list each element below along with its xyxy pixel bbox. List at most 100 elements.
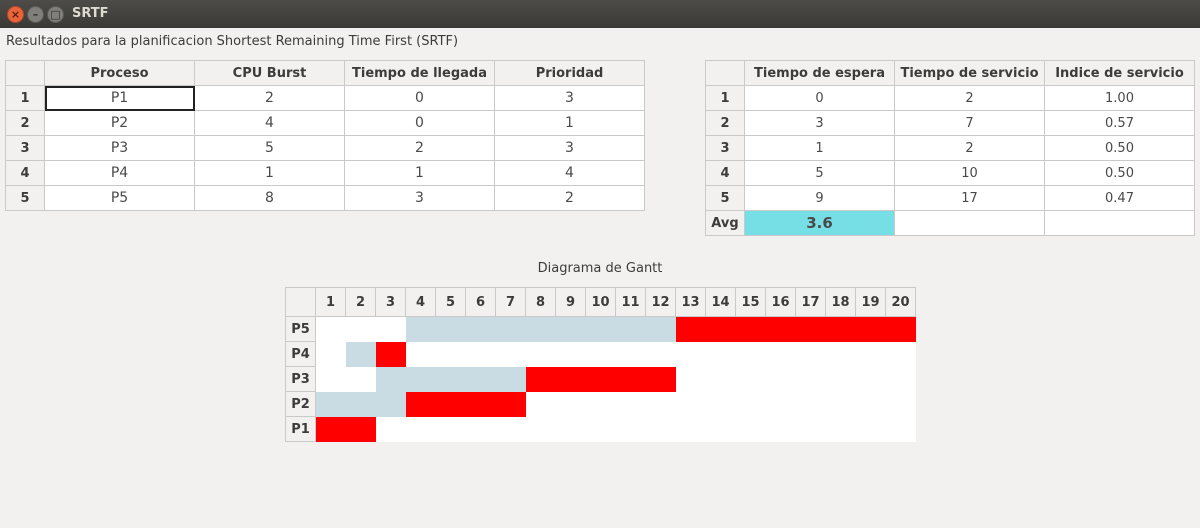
gantt-waiting-cell[interactable] [495, 366, 526, 392]
table-row[interactable]: 2 P2 4 0 1 [5, 110, 645, 136]
column-header[interactable]: Indice de servicio [1044, 60, 1195, 86]
gantt-waiting-cell[interactable] [375, 366, 406, 392]
gantt-waiting-cell[interactable] [315, 391, 346, 417]
gantt-waiting-cell[interactable] [615, 316, 646, 342]
gantt-running-cell[interactable] [315, 416, 346, 442]
gantt-process-label[interactable]: P5 [285, 316, 316, 342]
row-header[interactable]: 4 [5, 160, 45, 186]
table-cell[interactable]: 4 [494, 160, 645, 186]
column-header[interactable]: Tiempo de servicio [894, 60, 1045, 86]
gantt-waiting-cell[interactable] [465, 316, 496, 342]
gantt-idle-cell[interactable] [645, 416, 676, 442]
table-cell[interactable]: 2 [494, 185, 645, 211]
gantt-running-cell[interactable] [795, 316, 826, 342]
gantt-running-cell[interactable] [675, 316, 706, 342]
table-cell[interactable]: 1 [344, 160, 495, 186]
table-cell[interactable]: 8 [194, 185, 345, 211]
table-cell[interactable]: 10 [894, 160, 1045, 186]
gantt-idle-cell[interactable] [795, 341, 826, 367]
gantt-idle-cell[interactable] [585, 416, 616, 442]
gantt-idle-cell[interactable] [525, 341, 556, 367]
gantt-running-cell[interactable] [645, 366, 676, 392]
gantt-waiting-cell[interactable] [405, 316, 436, 342]
gantt-idle-cell[interactable] [705, 366, 736, 392]
gantt-idle-cell[interactable] [855, 341, 886, 367]
gantt-waiting-cell[interactable] [585, 316, 616, 342]
column-header[interactable]: Prioridad [494, 60, 645, 86]
gantt-idle-cell[interactable] [735, 416, 766, 442]
gantt-running-cell[interactable] [765, 316, 796, 342]
gantt-idle-cell[interactable] [825, 416, 856, 442]
table-row[interactable]: 5 P5 8 3 2 [5, 185, 645, 211]
gantt-time-header[interactable]: 6 [465, 287, 496, 317]
table-cell[interactable]: 4 [194, 110, 345, 136]
maximize-window-button[interactable]: □ [47, 6, 64, 23]
gantt-process-label[interactable]: P4 [285, 341, 316, 367]
gantt-time-header[interactable]: 20 [885, 287, 916, 317]
gantt-waiting-cell[interactable] [555, 316, 586, 342]
gantt-idle-cell[interactable] [705, 391, 736, 417]
gantt-idle-cell[interactable] [375, 416, 406, 442]
table-cell[interactable]: P4 [44, 160, 195, 186]
table-row[interactable]: 2 3 7 0.57 [705, 110, 1195, 136]
gantt-idle-cell[interactable] [885, 416, 916, 442]
table-cell[interactable]: 9 [744, 185, 895, 211]
table-row[interactable]: 4 5 10 0.50 [705, 160, 1195, 186]
gantt-time-header[interactable]: 8 [525, 287, 556, 317]
table-cell[interactable]: 2 [194, 85, 345, 111]
row-header[interactable]: 3 [5, 135, 45, 161]
avg-waiting-time-cell[interactable]: 3.6 [744, 210, 895, 236]
gantt-idle-cell[interactable] [855, 391, 886, 417]
gantt-waiting-cell[interactable] [465, 366, 496, 392]
table-cell[interactable]: 1 [744, 135, 895, 161]
gantt-time-header[interactable]: 16 [765, 287, 796, 317]
table-cell[interactable]: 2 [894, 135, 1045, 161]
gantt-idle-cell[interactable] [675, 416, 706, 442]
gantt-idle-cell[interactable] [615, 391, 646, 417]
gantt-running-cell[interactable] [855, 316, 886, 342]
column-header[interactable]: Proceso [44, 60, 195, 86]
gantt-idle-cell[interactable] [885, 341, 916, 367]
row-header[interactable]: 2 [5, 110, 45, 136]
table-cell[interactable]: 0.50 [1044, 135, 1195, 161]
gantt-idle-cell[interactable] [315, 366, 346, 392]
table-cell[interactable]: 0 [344, 110, 495, 136]
gantt-idle-cell[interactable] [855, 366, 886, 392]
table-cell[interactable]: 0.50 [1044, 160, 1195, 186]
gantt-idle-cell[interactable] [705, 416, 736, 442]
table-cell[interactable]: 0 [344, 85, 495, 111]
row-header[interactable]: 3 [705, 135, 745, 161]
table-cell[interactable]: 17 [894, 185, 1045, 211]
gantt-idle-cell[interactable] [555, 341, 586, 367]
gantt-idle-cell[interactable] [825, 391, 856, 417]
gantt-waiting-cell[interactable] [345, 391, 376, 417]
gantt-waiting-cell[interactable] [405, 366, 436, 392]
gantt-time-header[interactable]: 3 [375, 287, 406, 317]
gantt-waiting-cell[interactable] [495, 316, 526, 342]
table-cell[interactable]: 5 [744, 160, 895, 186]
table-cell[interactable]: 7 [894, 110, 1045, 136]
gantt-time-header[interactable]: 18 [825, 287, 856, 317]
table-row[interactable]: 5 9 17 0.47 [705, 185, 1195, 211]
table-cell[interactable]: 3 [494, 85, 645, 111]
gantt-idle-cell[interactable] [525, 416, 556, 442]
gantt-idle-cell[interactable] [675, 341, 706, 367]
row-header[interactable]: 1 [5, 85, 45, 111]
gantt-idle-cell[interactable] [795, 391, 826, 417]
gantt-running-cell[interactable] [495, 391, 526, 417]
gantt-idle-cell[interactable] [405, 341, 436, 367]
table-cell[interactable]: 1.00 [1044, 85, 1195, 111]
gantt-time-header[interactable]: 1 [315, 287, 346, 317]
gantt-idle-cell[interactable] [375, 316, 406, 342]
table-cell[interactable]: 1 [194, 160, 345, 186]
gantt-idle-cell[interactable] [555, 391, 586, 417]
row-header[interactable]: 1 [705, 85, 745, 111]
gantt-idle-cell[interactable] [345, 366, 376, 392]
gantt-running-cell[interactable] [615, 366, 646, 392]
gantt-idle-cell[interactable] [795, 366, 826, 392]
gantt-idle-cell[interactable] [765, 366, 796, 392]
minimize-window-button[interactable]: – [27, 6, 44, 23]
gantt-running-cell[interactable] [885, 316, 916, 342]
gantt-idle-cell[interactable] [315, 316, 346, 342]
gantt-running-cell[interactable] [465, 391, 496, 417]
